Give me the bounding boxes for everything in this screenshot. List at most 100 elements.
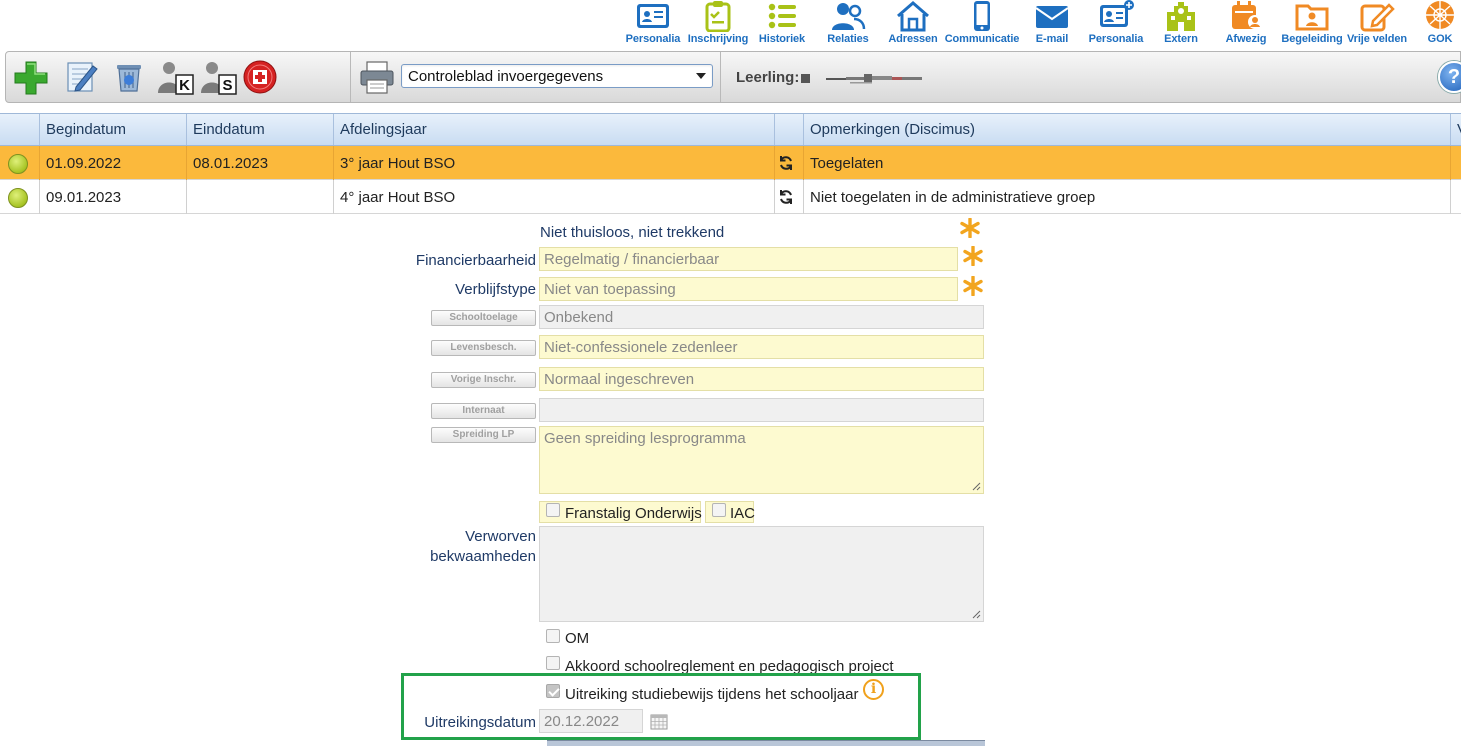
- nav-label: Personalia: [1088, 33, 1144, 45]
- nav-label: Vrije velden: [1347, 33, 1407, 45]
- begindatum-cell: 01.09.2022: [39, 146, 186, 180]
- verworven-bekwaamheden-field[interactable]: [539, 526, 984, 622]
- house-icon: [897, 1, 929, 32]
- add-icon[interactable]: [12, 59, 50, 95]
- om-checkbox[interactable]: [546, 629, 560, 643]
- printer-icon[interactable]: [358, 59, 396, 95]
- levensbesch-field[interactable]: Niet-confessionele zedenleer: [539, 335, 984, 359]
- nav-communicatie[interactable]: Communicatie: [945, 0, 1019, 48]
- status-dot-icon: [8, 188, 28, 208]
- nav-afwezig[interactable]: Afwezig: [1222, 0, 1270, 48]
- trash-icon[interactable]: [110, 59, 148, 95]
- chevron-down-icon: [696, 73, 706, 79]
- nav-historiek[interactable]: Historiek: [756, 0, 808, 48]
- report-select[interactable]: Controleblad invoergegevens: [401, 64, 713, 88]
- nav-vrije-velden[interactable]: Vrije velden: [1344, 0, 1410, 48]
- table-row[interactable]: 09.01.2023 4° jaar Hout BSO Niet toegela…: [0, 180, 1461, 214]
- financierbaarheid-field[interactable]: Regelmatig / financierbaar: [539, 247, 958, 271]
- person-k-icon[interactable]: K: [156, 59, 194, 95]
- verblijfstype-label: Verblijfstype: [455, 281, 536, 298]
- nav-label: Afwezig: [1225, 33, 1267, 45]
- schooltoelage-button[interactable]: Schooltoelage: [431, 310, 536, 326]
- internaat-field[interactable]: [539, 398, 984, 422]
- financierbaarheid-label: Financierbaarheid: [415, 252, 536, 269]
- highlight-box: [401, 673, 921, 740]
- col-header-afdelingsjaar[interactable]: Afdelingsjaar: [333, 114, 774, 145]
- vorige-inschr-button[interactable]: Vorige Inschr.: [431, 372, 536, 388]
- id-card-plus-icon: [1100, 0, 1134, 27]
- required-star-icon: [960, 218, 980, 238]
- nav-gok[interactable]: GOK: [1420, 0, 1460, 48]
- verblijfstype-field[interactable]: Niet van toepassing: [539, 277, 958, 301]
- folder-person-icon: [1295, 4, 1329, 31]
- col-header-einddatum[interactable]: Einddatum: [186, 114, 333, 145]
- nav-adressen[interactable]: Adressen: [886, 0, 940, 48]
- levensbesch-button[interactable]: Levensbesch.: [431, 340, 536, 356]
- toolbar-divider: [350, 52, 351, 102]
- nav-label: Relaties: [827, 33, 869, 45]
- opmerkingen-cell: Niet toegelaten in de administratieve gr…: [803, 180, 1450, 214]
- franstalig-checkbox[interactable]: [546, 503, 560, 517]
- nav-label: Begeleiding: [1281, 33, 1343, 45]
- col-header-opmerkingen[interactable]: Opmerkingen (Discimus): [803, 114, 1450, 145]
- edit-note-icon[interactable]: [62, 59, 100, 95]
- toolbar: K S Controleblad invoergegevens Leerling…: [5, 51, 1461, 103]
- school-icon: [1167, 2, 1195, 31]
- required-star-icon: [963, 276, 983, 296]
- nav-relaties[interactable]: Relaties: [822, 0, 874, 48]
- nav-begeleiding[interactable]: Begeleiding: [1280, 0, 1344, 48]
- refresh-icon[interactable]: [778, 155, 794, 171]
- svg-text:S: S: [222, 77, 232, 94]
- nav-label: Extern: [1164, 33, 1198, 45]
- list-icon: [768, 3, 796, 29]
- envelope-icon: [1035, 6, 1069, 28]
- nav-label: Adressen: [888, 33, 938, 45]
- help-icon[interactable]: ?: [1438, 61, 1461, 93]
- schooltoelage-field[interactable]: Onbekend: [539, 305, 984, 329]
- clipboard-icon: [705, 1, 731, 32]
- nav-extern[interactable]: Extern: [1158, 0, 1204, 48]
- franstalig-label: Franstalig Onderwijs: [565, 505, 702, 522]
- col-header-begindatum[interactable]: Begindatum: [39, 114, 186, 145]
- resize-handle-icon[interactable]: [972, 482, 981, 491]
- v-cell: [1450, 180, 1461, 214]
- status-cell: [0, 146, 39, 180]
- v-cell: [1450, 146, 1461, 180]
- person-s-icon[interactable]: S: [199, 59, 237, 95]
- einddatum-cell: [186, 180, 333, 214]
- om-label: OM: [565, 630, 590, 647]
- internaat-button[interactable]: Internaat: [431, 403, 536, 419]
- toolbar-divider: [720, 52, 721, 102]
- nav-email[interactable]: E-mail: [1030, 0, 1074, 48]
- nav-label: Communicatie: [944, 33, 1020, 45]
- resize-handle-icon[interactable]: [972, 610, 981, 619]
- refresh-icon[interactable]: [778, 189, 794, 205]
- globe-icon: [1426, 1, 1454, 29]
- hospital-icon[interactable]: [242, 59, 280, 95]
- afdelingsjaar-cell: 4° jaar Hout BSO: [333, 180, 774, 214]
- nav-label: Historiek: [758, 33, 806, 45]
- spreiding-lp-field[interactable]: Geen spreiding lesprogramma: [539, 426, 984, 494]
- nav-personalia[interactable]: Personalia: [625, 0, 681, 48]
- vorige-inschr-field[interactable]: Normaal ingeschreven: [539, 367, 984, 391]
- nav-label: E-mail: [1035, 33, 1069, 45]
- akkoord-checkbox[interactable]: [546, 656, 560, 670]
- einddatum-cell: 08.01.2023: [186, 146, 333, 180]
- afdelingsjaar-cell: 3° jaar Hout BSO: [333, 146, 774, 180]
- report-select-value: Controleblad invoergegevens: [408, 67, 604, 85]
- nav-label: GOK: [1427, 33, 1453, 45]
- table-row[interactable]: 01.09.2022 08.01.2023 3° jaar Hout BSO T…: [0, 146, 1461, 180]
- spreiding-lp-button[interactable]: Spreiding LP: [431, 427, 536, 443]
- nav-inschrijving[interactable]: Inschrijving: [688, 0, 748, 48]
- phone-icon: [974, 1, 990, 31]
- col-header-sync[interactable]: [774, 114, 803, 145]
- history-grid: Begindatum Einddatum Afdelingsjaar Opmer…: [0, 113, 1461, 214]
- col-header-status[interactable]: [0, 114, 39, 145]
- nav-label: Inschrijving: [687, 33, 749, 45]
- grid-header: Begindatum Einddatum Afdelingsjaar Opmer…: [0, 113, 1461, 146]
- col-header-v[interactable]: V: [1450, 114, 1461, 145]
- opmerkingen-cell: Toegelaten: [803, 146, 1450, 180]
- id-card-icon: [637, 4, 669, 28]
- iac-checkbox[interactable]: [712, 503, 726, 517]
- nav-personalia-plus[interactable]: Personalia: [1084, 0, 1148, 48]
